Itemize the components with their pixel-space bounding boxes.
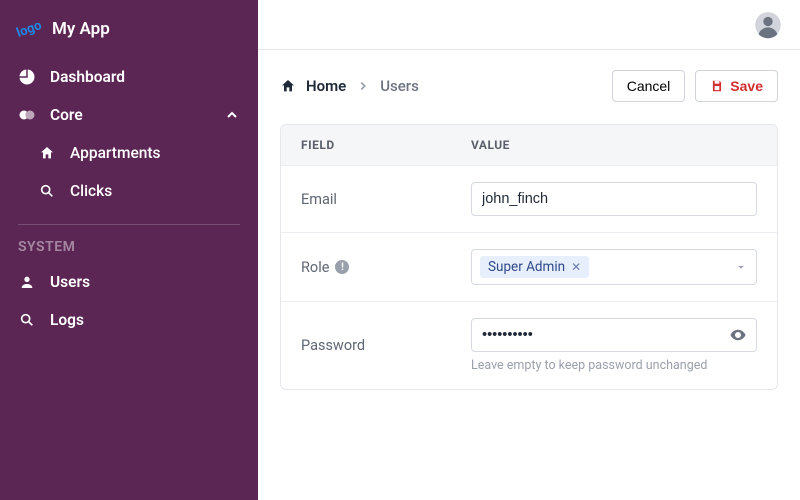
sidebar-divider [18,224,240,225]
breadcrumb: Home Users [280,77,419,95]
content: Home Users Cancel Save FIELD VALUE [258,50,800,410]
nav-item-label: Core [50,106,83,124]
save-label: Save [730,78,763,94]
form-row-password: Password Leave empty to keep password un… [281,301,777,389]
role-tag: Super Admin ✕ [480,256,589,278]
nav-item-label: Logs [50,311,84,329]
topbar [258,0,800,50]
save-icon [710,79,724,93]
pie-chart-icon [18,68,36,86]
nav-subitem-appartments[interactable]: Appartments [0,134,258,172]
avatar-icon[interactable] [754,11,782,39]
chevron-right-icon [356,79,370,93]
main: Home Users Cancel Save FIELD VALUE [258,0,800,500]
role-label: Role ! [301,259,471,276]
user-icon [18,273,36,291]
email-input[interactable] [471,182,757,216]
nav-item-label: Users [50,273,90,291]
nav-subitem-clicks[interactable]: Clicks [0,172,258,210]
form-card: FIELD VALUE Email Role ! Super Admin [280,124,778,390]
nav-item-logs[interactable]: Logs [0,301,258,339]
search-icon [38,182,56,200]
email-label: Email [301,191,471,208]
header-value: VALUE [471,138,757,152]
header-field: FIELD [301,138,471,152]
search-icon [18,311,36,329]
nav-item-label: Clicks [70,182,112,200]
password-input[interactable] [471,318,757,352]
app-name: My App [52,19,110,39]
tag-remove-icon[interactable]: ✕ [571,260,581,274]
breadcrumb-row: Home Users Cancel Save [280,70,778,102]
eye-icon[interactable] [729,326,747,344]
sidebar: logo My App Dashboard Core Appartments C… [0,0,258,500]
nav-item-users[interactable]: Users [0,263,258,301]
role-select[interactable]: Super Admin ✕ [471,249,757,285]
nav-item-label: Appartments [70,144,161,162]
home-icon [38,144,56,162]
caret-down-icon [734,260,748,274]
chevron-up-icon [224,107,240,123]
info-icon[interactable]: ! [335,260,349,274]
password-hint: Leave empty to keep password unchanged [471,358,757,373]
home-icon[interactable] [280,78,296,94]
role-tag-label: Super Admin [488,259,565,275]
form-header: FIELD VALUE [281,125,777,165]
cancel-button[interactable]: Cancel [612,70,686,102]
form-row-email: Email [281,165,777,232]
logo-icon: logo [15,15,43,43]
breadcrumb-home[interactable]: Home [306,77,346,95]
password-label: Password [301,337,471,354]
core-icon [18,106,36,124]
sidebar-section-label: SYSTEM [0,235,258,263]
breadcrumb-current: Users [380,77,419,95]
save-button[interactable]: Save [695,70,778,102]
brand: logo My App [0,8,258,58]
nav-item-label: Dashboard [50,68,125,86]
form-row-role: Role ! Super Admin ✕ [281,232,777,301]
action-buttons: Cancel Save [612,70,778,102]
nav-item-dashboard[interactable]: Dashboard [0,58,258,96]
nav-item-core[interactable]: Core [0,96,258,134]
